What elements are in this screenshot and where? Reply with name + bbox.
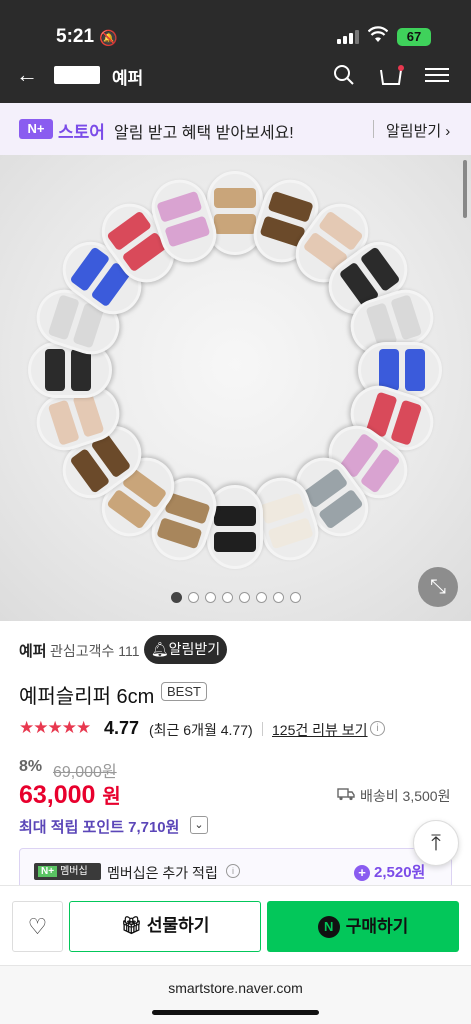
- sandal-strap: [71, 349, 91, 391]
- seller-alarm-button[interactable]: 🔔︎알림받기: [144, 635, 227, 664]
- membership-text: 멤버십은 추가 적립: [107, 865, 218, 881]
- wishlist-heart-icon[interactable]: ♡: [12, 901, 63, 952]
- bottom-action-bar: ♡ 🎁︎ 선물하기 N 구매하기: [0, 885, 471, 965]
- image-pagination: [0, 590, 471, 608]
- original-price: 69,000원: [53, 764, 117, 781]
- url-text[interactable]: smartstore.naver.com: [0, 980, 471, 996]
- pagination-dot[interactable]: [289, 592, 301, 603]
- scroll-to-top-icon[interactable]: ⤒: [413, 820, 459, 866]
- gift-icon: 🎁︎: [120, 916, 143, 935]
- sandal-strap: [214, 531, 256, 552]
- sandal-strap: [164, 215, 211, 248]
- menu-icon[interactable]: [425, 67, 449, 83]
- top-bar: 5:21 🔕 67 ← 예퍼: [0, 0, 471, 103]
- pagination-dot[interactable]: [170, 592, 182, 603]
- browser-url-bar[interactable]: smartstore.naver.com: [0, 965, 471, 1024]
- home-indicator[interactable]: [152, 1010, 319, 1015]
- chevron-down-icon[interactable]: ⌄: [190, 816, 208, 834]
- signal-icon: [337, 30, 359, 44]
- sandal-strap: [214, 188, 256, 209]
- pagination-dot[interactable]: [272, 592, 284, 603]
- sandal-strap: [45, 349, 65, 391]
- membership-badge: N+ 멤버십: [34, 863, 101, 880]
- sandal-strap: [156, 517, 203, 550]
- membership-points: +2,520원: [354, 861, 425, 882]
- pagination-dot[interactable]: [221, 592, 233, 603]
- nplus-store-label: 스토어: [58, 123, 105, 142]
- pagination-dot[interactable]: [187, 592, 199, 603]
- search-icon[interactable]: [333, 64, 355, 86]
- banner-message: 알림 받고 혜택 받아보세요!: [114, 125, 294, 142]
- sandal-strap: [214, 214, 256, 235]
- app-header: ← 예퍼: [0, 58, 471, 103]
- info-icon[interactable]: i: [370, 721, 385, 736]
- recent-rating: (최근 6개월 4.77): [149, 722, 253, 738]
- bell-plus-icon: 🔔︎: [150, 641, 169, 657]
- sandal-strap: [390, 400, 423, 447]
- nplus-badge: N+: [19, 119, 53, 139]
- back-icon[interactable]: ←: [16, 62, 38, 88]
- pagination-dot[interactable]: [255, 592, 267, 603]
- gift-button[interactable]: 🎁︎ 선물하기: [69, 901, 261, 952]
- status-bar: 5:21 🔕 67: [0, 0, 471, 58]
- sale-price: 63,000 원: [19, 781, 121, 809]
- bell-off-icon: 🔕: [99, 30, 118, 47]
- pagination-dot[interactable]: [204, 592, 216, 603]
- sandal-strap: [390, 293, 423, 340]
- store-name[interactable]: 예퍼: [112, 64, 143, 89]
- battery-icon: 67: [397, 28, 431, 46]
- product-title: 예퍼슬리퍼 6cm: [19, 686, 155, 708]
- pagination-dot[interactable]: [238, 592, 250, 603]
- discount-rate: 8%: [19, 758, 43, 775]
- seller-name[interactable]: 예퍼: [19, 640, 47, 661]
- shipping-fee: 배송비 3,500원: [360, 788, 451, 804]
- review-link[interactable]: 125건 리뷰 보기: [272, 720, 368, 740]
- notification-banner[interactable]: N+ 스토어 알림 받고 혜택 받아보세요! 알림받기 ›: [0, 103, 471, 155]
- cart-icon[interactable]: [378, 64, 404, 86]
- sandal-strap: [405, 349, 425, 391]
- logo[interactable]: [54, 66, 100, 84]
- star-rating-icon: ★★★★★: [19, 718, 91, 737]
- plus-circle-icon: +: [354, 865, 370, 881]
- best-badge: BEST: [161, 682, 207, 701]
- sandal-strap: [267, 517, 314, 550]
- rating-value: 4.77: [104, 718, 140, 738]
- divider: [373, 120, 374, 138]
- status-time: 5:21: [56, 26, 95, 47]
- follower-count: 관심고객수 111: [50, 643, 140, 659]
- product-image[interactable]: [0, 155, 471, 621]
- chevron-right-icon: ›: [445, 123, 451, 140]
- max-points: 최대 적립 포인트 7,710원: [19, 819, 180, 836]
- scrollbar[interactable]: [463, 160, 467, 218]
- npay-icon: N: [317, 916, 340, 938]
- info-icon[interactable]: i: [226, 864, 240, 878]
- sandal-strap: [379, 349, 399, 391]
- truck-icon: [337, 788, 355, 801]
- wifi-icon: [368, 26, 388, 42]
- divider: [262, 722, 263, 736]
- expand-icon[interactable]: ⤡: [418, 567, 458, 607]
- buy-button[interactable]: N 구매하기: [267, 901, 459, 952]
- sandal-strap: [214, 505, 256, 526]
- banner-alarm-link[interactable]: 알림받기 ›: [386, 120, 450, 141]
